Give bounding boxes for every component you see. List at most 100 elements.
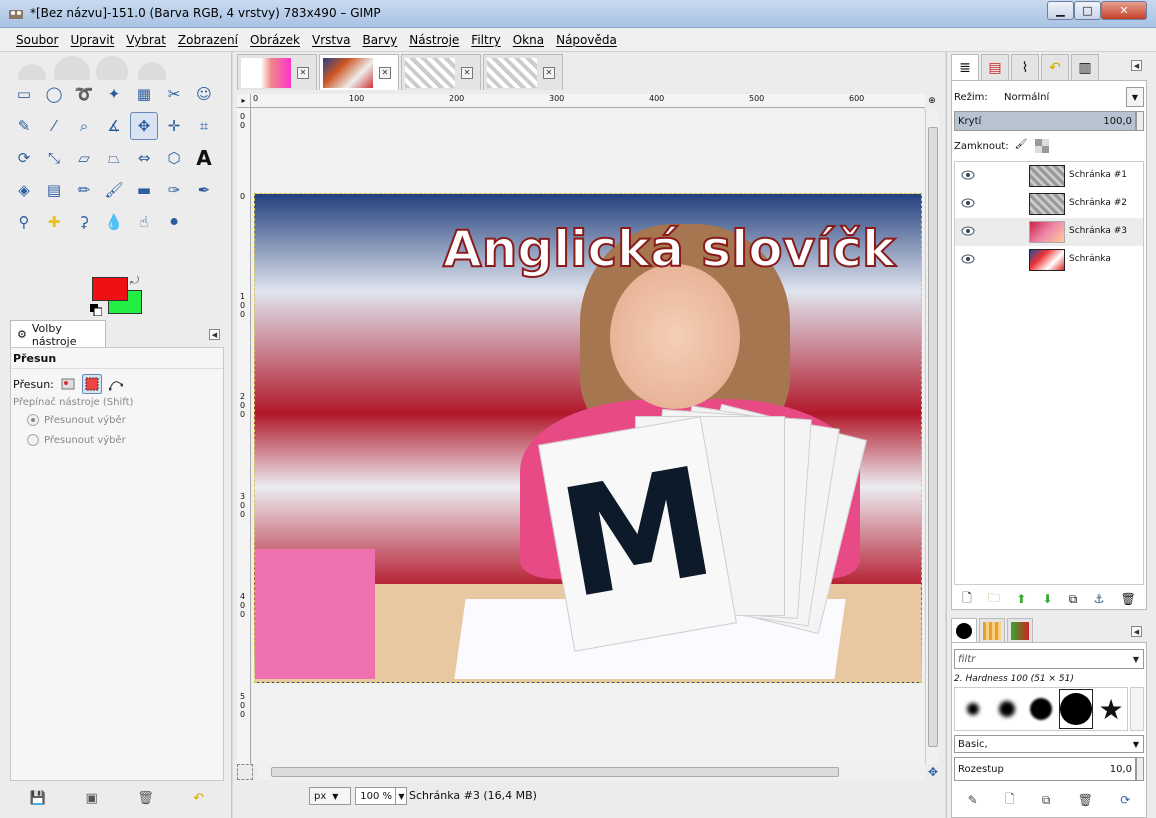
layer-mode-value[interactable]: Normální (1004, 92, 1126, 103)
close-button[interactable]: ✕ (1101, 1, 1147, 20)
radio-move-selection-1[interactable]: Přesunout výběr (27, 414, 126, 426)
maximize-button[interactable]: □ (1074, 1, 1101, 20)
shear-icon[interactable]: ▱ (70, 144, 98, 172)
swap-colors-icon[interactable]: ⤾ (130, 274, 139, 288)
close-icon[interactable]: ✕ (543, 66, 555, 79)
brush-item-selected[interactable] (1059, 689, 1093, 729)
move-layer-button[interactable] (58, 374, 78, 394)
quick-mask-icon[interactable] (237, 764, 253, 780)
tab-gradients[interactable]: ▥ (1071, 54, 1099, 80)
tab-tool-options[interactable]: ⚙ Volby nástroje (10, 320, 106, 348)
radio-button[interactable] (27, 434, 39, 446)
ruler-corner[interactable]: ▸ (237, 94, 251, 108)
panel-menu-arrow-icon[interactable]: ◀ (1131, 626, 1142, 637)
fuzzy-select-icon[interactable]: ✦ (100, 80, 128, 108)
color-picker-icon[interactable]: ⁄ (40, 112, 68, 140)
tab-layers[interactable]: ≣ (951, 54, 979, 80)
rotate-icon[interactable]: ⟳ (10, 144, 38, 172)
free-select-icon[interactable]: ➰ (70, 80, 98, 108)
reset-colors-icon[interactable] (90, 304, 102, 316)
panel-menu-arrow-icon[interactable]: ◀ (209, 329, 220, 340)
pencil-icon[interactable]: ✏ (70, 176, 98, 204)
eraser-icon[interactable]: ▬ (130, 176, 158, 204)
scroll-thumb[interactable] (928, 127, 938, 747)
layer-row[interactable]: Schránka #2 (955, 190, 1143, 218)
text-tool-icon[interactable]: A (190, 144, 218, 172)
image-tab-4[interactable]: ✕ (483, 54, 563, 90)
eye-icon[interactable] (961, 226, 975, 236)
radio-button-checked[interactable] (27, 414, 39, 426)
zoom-fit-icon[interactable]: ⊕ (925, 94, 939, 108)
menu-vybrat[interactable]: Vybrat (120, 33, 172, 47)
close-icon[interactable]: ✕ (461, 66, 473, 79)
new-layer-icon[interactable]: 🗋 (962, 589, 972, 610)
vertical-ruler[interactable]: 0 0 0 1 0 0 2 0 0 3 0 0 4 0 0 5 0 0 (237, 108, 251, 764)
measure-icon[interactable]: ∡ (100, 112, 128, 140)
menu-upravit[interactable]: Upravit (64, 33, 120, 47)
unit-select[interactable]: px ▼ (309, 787, 351, 805)
perspective-clone-icon[interactable]: ⚳ (70, 208, 98, 236)
rect-select-icon[interactable]: ▭ (10, 80, 38, 108)
airbrush-icon[interactable]: ✑ (160, 176, 188, 204)
edit-brush-icon[interactable]: ✎ (968, 793, 978, 807)
chevron-down-icon[interactable]: ▼ (1133, 740, 1139, 749)
brush-item[interactable]: ★ (1095, 689, 1127, 729)
foreground-color-swatch[interactable] (92, 277, 128, 301)
close-icon[interactable]: ✕ (297, 66, 309, 79)
brush-item[interactable] (957, 689, 989, 729)
move-selection-button[interactable] (81, 374, 102, 394)
menu-zobrazeni[interactable]: Zobrazení (172, 33, 244, 47)
delete-options-icon[interactable]: 🗑 (137, 791, 154, 806)
brush-item[interactable] (991, 689, 1023, 729)
delete-layer-icon[interactable]: 🗑 (1121, 592, 1136, 606)
refresh-brushes-icon[interactable]: ⟳ (1120, 793, 1130, 807)
menu-okna[interactable]: Okna (507, 33, 550, 47)
scale-icon[interactable]: ⤡ (40, 144, 68, 172)
tab-paths[interactable]: ⌇ (1011, 54, 1039, 80)
brush-filter-input[interactable]: filtr ▼ (954, 649, 1144, 669)
blur-icon[interactable]: 💧 (100, 208, 128, 236)
paths-icon[interactable]: ✎ (10, 112, 38, 140)
ellipse-select-icon[interactable]: ◯ (40, 80, 68, 108)
layer-row[interactable]: Schránka (955, 246, 1143, 274)
move-tool-icon[interactable]: ✥ (130, 112, 158, 140)
cage-transform-icon[interactable]: ⬡ (160, 144, 188, 172)
opacity-slider[interactable]: Krytí 100,0 (954, 111, 1136, 131)
raise-layer-icon[interactable]: ⬆ (1016, 592, 1026, 606)
flip-icon[interactable]: ⇔ (130, 144, 158, 172)
chevron-down-icon[interactable]: ▼ (395, 787, 407, 805)
brush-tag-select[interactable]: Basic, ▼ (954, 735, 1144, 753)
delete-brush-icon[interactable]: 🗑 (1078, 793, 1093, 807)
paintbrush-icon[interactable]: 🖌 (100, 176, 128, 204)
tab-patterns[interactable] (979, 618, 1005, 642)
menu-vrstva[interactable]: Vrstva (306, 33, 357, 47)
heal-icon[interactable]: ✚ (40, 208, 68, 236)
duplicate-brush-icon[interactable]: ⧉ (1042, 793, 1051, 808)
clone-icon[interactable]: ⚲ (10, 208, 38, 236)
new-brush-icon[interactable]: 🗋 (1005, 790, 1015, 811)
chevron-down-icon[interactable]: ▼ (1126, 87, 1144, 107)
foreground-select-icon[interactable]: ☺ (190, 80, 218, 108)
spacing-spinner[interactable] (1136, 757, 1144, 781)
minimize-button[interactable]: ▁ (1047, 1, 1074, 20)
horizontal-ruler[interactable]: 0 100 200 300 400 500 600 (251, 94, 925, 108)
lock-pixels-icon[interactable]: 🖌 (1015, 139, 1029, 153)
chevron-down-icon[interactable]: ▼ (1133, 655, 1139, 664)
tab-undo[interactable]: ↶ (1041, 54, 1069, 80)
brush-scrollbar[interactable] (1130, 687, 1144, 731)
ink-icon[interactable]: ✒ (190, 176, 218, 204)
menu-napoveda[interactable]: Nápověda (550, 33, 623, 47)
panel-menu-arrow-icon[interactable]: ◀ (1131, 60, 1142, 71)
eye-icon[interactable] (961, 254, 975, 264)
lower-layer-icon[interactable]: ⬇ (1043, 592, 1053, 606)
anchor-layer-icon[interactable]: ⚓ (1094, 592, 1105, 606)
save-options-icon[interactable]: 💾 (30, 791, 46, 806)
layer-row-selected[interactable]: Schránka #3 (955, 218, 1143, 246)
lock-alpha-icon[interactable] (1034, 139, 1049, 153)
bucket-fill-icon[interactable]: ◈ (10, 176, 38, 204)
menu-nastroje[interactable]: Nástroje (403, 33, 465, 47)
menu-filtry[interactable]: Filtry (465, 33, 506, 47)
layer-row[interactable]: Schránka #1 (955, 162, 1143, 190)
tab-channels[interactable]: ▤ (981, 54, 1009, 80)
layer-group-icon[interactable]: 🗀 (988, 589, 1000, 610)
